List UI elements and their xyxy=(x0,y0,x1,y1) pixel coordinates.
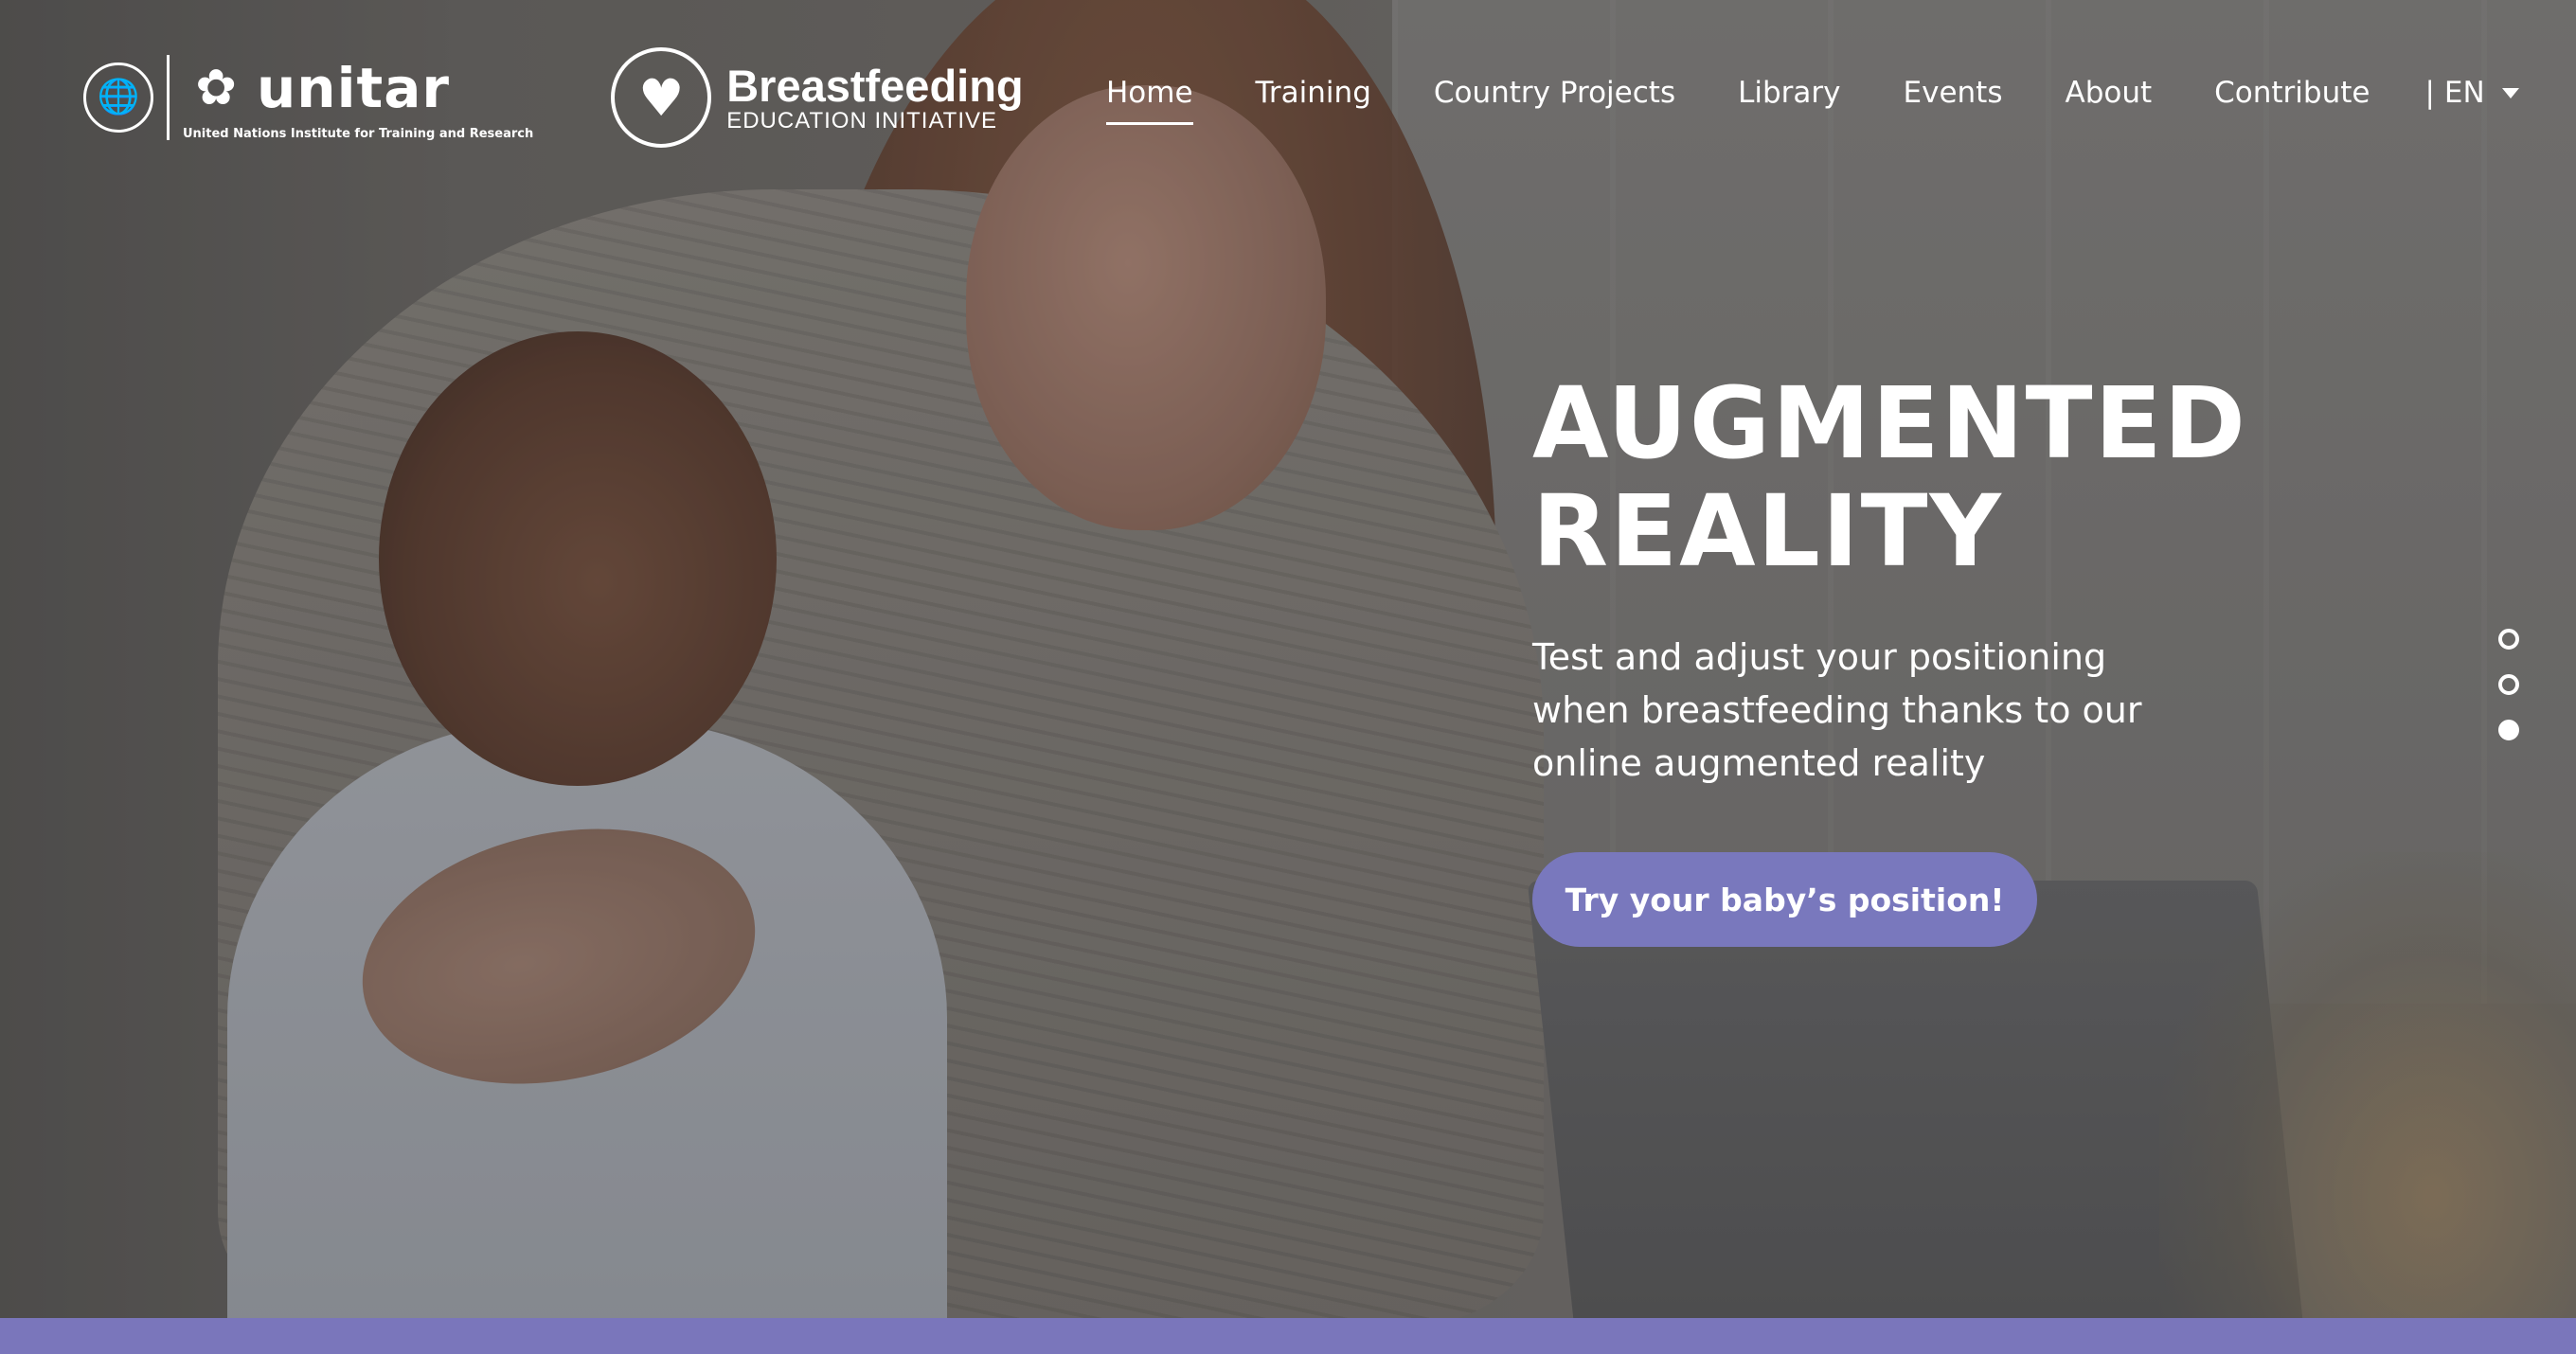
mother-child-icon: ♥ xyxy=(611,47,712,148)
slider-dot-active[interactable] xyxy=(2498,720,2519,740)
bf-logo-text: Breastfeeding EDUCATION INITIATIVE xyxy=(726,62,1023,133)
nav-about[interactable]: About xyxy=(2065,76,2152,121)
nav-home[interactable]: Home xyxy=(1106,76,1193,125)
hero-title: AUGMENTED REALITY xyxy=(1532,365,2247,589)
nav-library[interactable]: Library xyxy=(1738,76,1840,121)
bottom-band xyxy=(0,1318,2576,1354)
nav-training[interactable]: Training xyxy=(1256,76,1371,121)
nav-contribute[interactable]: Contribute xyxy=(2214,76,2370,121)
unitar-thistle-icon: ✿ xyxy=(195,59,237,116)
nav-events[interactable]: Events xyxy=(1904,76,2003,121)
slider-dot[interactable] xyxy=(2498,674,2519,695)
unitar-name: unitar xyxy=(257,55,450,120)
slider-dot[interactable] xyxy=(2498,629,2519,650)
nav-country-projects[interactable]: Country Projects xyxy=(1434,76,1675,121)
header-logos: 🌐 ✿ unitar United Nations Institute for … xyxy=(83,47,1024,148)
unitar-wordmark: ✿ unitar United Nations Institute for Tr… xyxy=(183,55,533,141)
chevron-down-icon xyxy=(2501,87,2519,98)
hero-description: Test and adjust your positioning when br… xyxy=(1532,636,2142,784)
main-nav: Home Training Country Projects Library E… xyxy=(1106,76,2519,125)
unitar-logo[interactable]: 🌐 ✿ unitar United Nations Institute for … xyxy=(83,55,533,141)
un-emblem-icon: 🌐 xyxy=(83,62,153,133)
language-label: EN xyxy=(2443,76,2485,110)
logo-divider xyxy=(167,55,170,140)
hero-content: AUGMENTED REALITY Test and adjust your p… xyxy=(1532,369,2290,947)
try-position-button[interactable]: Try your baby’s position! xyxy=(1532,852,2037,947)
unitar-subtitle: United Nations Institute for Training an… xyxy=(183,126,534,141)
language-selector[interactable]: | EN xyxy=(2424,76,2519,121)
slider-dots xyxy=(2498,629,2519,765)
bf-logo-subtitle: EDUCATION INITIATIVE xyxy=(726,108,998,134)
breastfeeding-logo[interactable]: ♥ Breastfeeding EDUCATION INITIATIVE xyxy=(611,47,1024,148)
bf-logo-title: Breastfeeding xyxy=(726,61,1024,111)
unitar-row: ✿ unitar xyxy=(183,55,533,121)
language-separator: | xyxy=(2424,76,2435,110)
